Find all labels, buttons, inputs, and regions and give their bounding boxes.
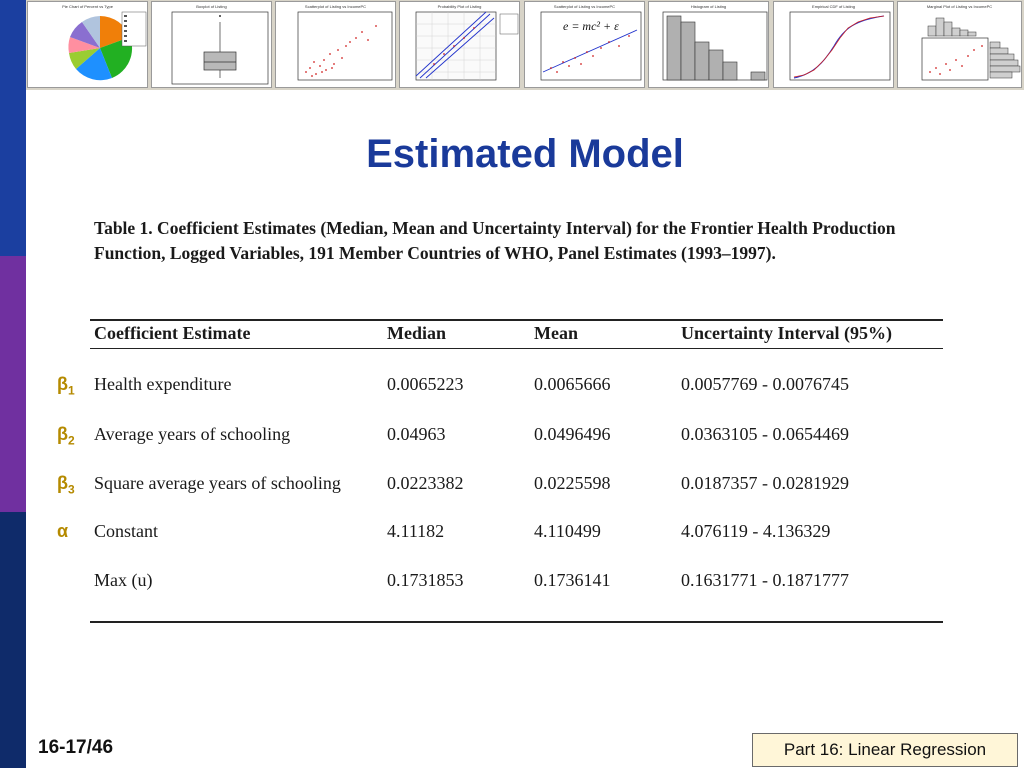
boxplot-graphic <box>171 11 269 85</box>
row-mean: 0.0065666 <box>534 374 611 394</box>
header-coefficient: Coefficient Estimate <box>94 323 251 343</box>
thumbnail-marginal-plot: Marginal Plot of Listing vs IncomePC <box>897 1 1022 88</box>
row-name: Constant <box>94 521 159 541</box>
probability-plot-graphic <box>415 11 519 81</box>
row-mean: 4.110499 <box>534 521 601 541</box>
symbol-beta-3: β3 <box>57 473 75 497</box>
row-name: Max (u) <box>94 570 153 590</box>
thumbnail-boxplot: Boxplot of Listing <box>151 1 272 88</box>
row-mean: 0.0496496 <box>534 424 611 444</box>
symbol-beta-2: β2 <box>57 424 75 448</box>
row-interval: 4.076119 - 4.136329 <box>681 521 831 541</box>
row-mean: 0.0225598 <box>534 473 611 493</box>
thumbnail-histogram: Histogram of Listing <box>648 1 769 88</box>
thumbnail-probability-plot: Probability Plot of Listing <box>399 1 520 88</box>
table-caption: Table 1. Coefficient Estimates (Median, … <box>94 218 896 263</box>
symbol-alpha: α <box>57 521 69 541</box>
row-interval: 0.0363105 - 0.0654469 <box>681 424 849 444</box>
regression-plot-graphic <box>540 11 642 81</box>
thumbnail-strip: Pie Chart of Percent vs Type Boxplot of … <box>26 0 1024 90</box>
row-interval: 0.0057769 - 0.0076745 <box>681 374 849 394</box>
sidebar-segment-navy <box>0 512 26 768</box>
row-median: 0.1731853 <box>387 570 464 590</box>
sidebar-segment-purple <box>0 256 26 512</box>
part-label-box: Part 16: Linear Regression <box>752 733 1018 767</box>
slide-number: 16-17/46 <box>38 737 114 758</box>
thumbnail-pie-chart: Pie Chart of Percent vs Type <box>27 1 148 88</box>
row-name: Square average years of schooling <box>94 473 341 493</box>
row-mean: 0.1736141 <box>534 570 611 590</box>
row-interval: 0.0187357 - 0.0281929 <box>681 473 849 493</box>
ecdf-graphic <box>789 11 891 81</box>
row-median: 4.11182 <box>387 521 445 541</box>
pie-chart-graphic <box>68 11 147 81</box>
sidebar-segment-blue <box>0 0 26 256</box>
symbol-beta-1: β1 <box>57 374 75 398</box>
part-label: Part 16: Linear Regression <box>783 740 987 759</box>
scatterplot-graphic <box>297 11 393 81</box>
header-mean: Mean <box>534 323 578 343</box>
row-name: Health expenditure <box>94 374 232 394</box>
row-median: 0.0065223 <box>387 374 464 394</box>
thumbnail-regression-plot: Scatterplot of Listing vs IncomePC e = m… <box>524 1 645 88</box>
histogram-graphic <box>662 11 768 81</box>
row-median: 0.04963 <box>387 424 446 444</box>
row-median: 0.0223382 <box>387 473 464 493</box>
header-interval: Uncertainty Interval (95%) <box>681 323 892 343</box>
thumbnail-ecdf: Empirical CDF of Listing <box>773 1 894 88</box>
table-bottom-rule <box>90 621 943 623</box>
table-top-rule <box>90 319 943 321</box>
thumbnail-scatterplot: Scatterplot of Listing vs IncomePC <box>275 1 396 88</box>
slide-title: Estimated Model <box>366 132 684 176</box>
row-interval: 0.1631771 - 0.1871777 <box>681 570 849 590</box>
table-header-rule <box>90 348 943 349</box>
marginal-plot-graphic <box>921 17 1021 81</box>
row-name: Average years of schooling <box>94 424 291 444</box>
left-color-bar <box>0 0 26 768</box>
header-median: Median <box>387 323 447 343</box>
formula-text: e = mc² + ε <box>563 19 619 33</box>
